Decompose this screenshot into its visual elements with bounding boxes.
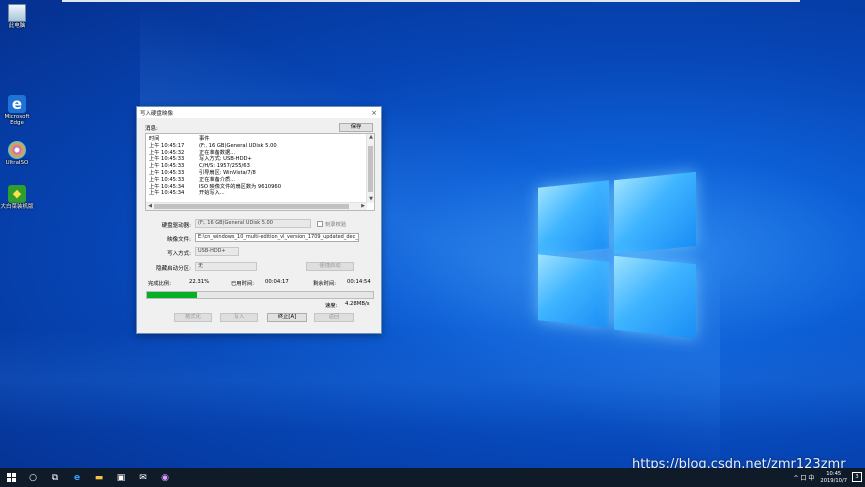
desktop-icon-label: Microsoft Edge [4,114,30,126]
edge-icon: e [8,95,26,113]
log-vertical-scrollbar[interactable]: ▲ ▼ [366,134,374,203]
hidden-partition-select[interactable]: 无 [195,262,257,271]
windows-logo-wallpaper [538,171,698,339]
completed-value: 22.31% [189,279,210,285]
clock-date: 2019/10/7 [820,477,847,484]
system-tray: ^ 口 中 10:45 2019/10/7 [794,468,847,487]
progress-fill [147,292,198,298]
top-window-strip [62,0,800,2]
verify-checkbox[interactable]: 刻录校验 [317,220,346,228]
completed-label: 完成比例: [148,281,171,287]
log-row: 上午 10:45:34 开始写入... [149,190,225,197]
convenient-boot-button[interactable]: 便捷启动 [306,262,354,271]
log-row: 上午 10:45:17 (F:, 16 GB)General UDisk 5.00 [149,142,277,149]
desktop-icon-label: UltraISO [5,160,29,166]
hidden-partition-label: 隐藏启动分区: [156,266,191,272]
desktop-icon-edge[interactable]: e Microsoft Edge [0,95,34,126]
write-disk-image-dialog: 写入硬盘映像 × 消息: 保存 时间 事件 上午 10:45:17 (F:, 16… [136,106,382,334]
close-icon[interactable]: × [370,109,378,117]
message-log[interactable]: 时间 事件 上午 10:45:17 (F:, 16 GB)General UDis… [145,133,375,211]
message-label: 消息: [145,126,158,132]
stop-button[interactable]: 终止[A] [267,313,307,322]
log-row: 上午 10:45:33 正在准备介质... [149,176,236,183]
scroll-right-icon[interactable]: ▶ [359,203,367,210]
desktop-icon-label: 大白菜装机版 [0,204,34,210]
dialog-titlebar[interactable]: 写入硬盘映像 × [137,107,381,118]
store-icon[interactable]: ▣ [110,468,132,487]
desktop-icon-this-pc[interactable]: 此电脑 [0,4,34,29]
mail-icon[interactable]: ✉ [132,468,154,487]
write-button[interactable]: 写入 [220,313,258,322]
scroll-down-icon[interactable]: ▼ [367,196,375,203]
scroll-left-icon[interactable]: ◀ [146,203,154,210]
notification-icon[interactable]: 3 [852,472,862,482]
log-row: 上午 10:45:33 C/H/S: 1957/255/63 [149,163,250,170]
scroll-thumb[interactable] [154,204,349,209]
edge-taskbar-icon[interactable]: e [66,468,88,487]
dialog-title: 写入硬盘映像 [140,110,174,117]
desktop-icon-dabaicai[interactable]: ◆ 大白菜装机版 [0,185,34,210]
taskbar: ○ ⧉ e ▬ ▣ ✉ ◉ ^ 口 中 10:45 2019/10/7 3 [0,468,865,487]
format-button[interactable]: 格式化 [174,313,212,322]
write-method-label: 写入方式: [167,251,191,257]
ultraiso-taskbar-icon[interactable]: ◉ [154,468,176,487]
file-explorer-icon[interactable]: ▬ [88,468,110,487]
drive-label: 硬盘驱动器: [161,223,191,229]
desktop-icon-label: 此电脑 [8,23,26,29]
elapsed-label: 已用时间: [231,281,254,287]
disc-icon [8,141,26,159]
image-file-label: 映像文件: [167,237,191,243]
elapsed-value: 00:04:17 [265,279,289,285]
desktop-wallpaper [0,0,865,487]
checkbox-box[interactable] [317,221,323,227]
verify-label: 刻录校验 [325,222,347,228]
remaining-label: 剩余时间: [313,281,336,287]
windows-start-icon [6,473,16,482]
log-row: 上午 10:45:33 引导扇区: WinVista/7/8 [149,169,256,176]
remaining-value: 00:14:54 [347,279,371,285]
scroll-up-icon[interactable]: ▲ [367,134,375,141]
scroll-thumb[interactable] [368,146,373,192]
back-button[interactable]: 返回 [314,313,354,322]
write-method-select[interactable]: USB-HDD+ [195,247,239,256]
clock[interactable]: 10:45 2019/10/7 [820,471,847,484]
log-horizontal-scrollbar[interactable]: ◀ ▶ [146,202,367,210]
drive-select[interactable]: (F:, 16 GB)General UDisk 5.00 [195,219,311,228]
save-button[interactable]: 保存 [339,123,373,132]
task-view-icon[interactable]: ⧉ [44,468,66,487]
desktop-icon-ultraiso[interactable]: UltraISO [0,141,34,166]
search-icon[interactable]: ○ [22,468,44,487]
game-icon: ◆ [8,185,26,203]
speed-label: 速度: [325,303,338,309]
start-button[interactable] [0,468,22,487]
speed-value: 4.28MB/s [345,301,370,307]
log-header: 时间 事件 [149,136,210,142]
write-progress-bar [146,291,374,299]
tray-icons[interactable]: ^ 口 中 [794,473,815,482]
recycle-bin-icon [8,4,26,22]
image-file-field[interactable]: E:\cn_windows_10_multi-edition_vl_versio… [195,233,359,242]
